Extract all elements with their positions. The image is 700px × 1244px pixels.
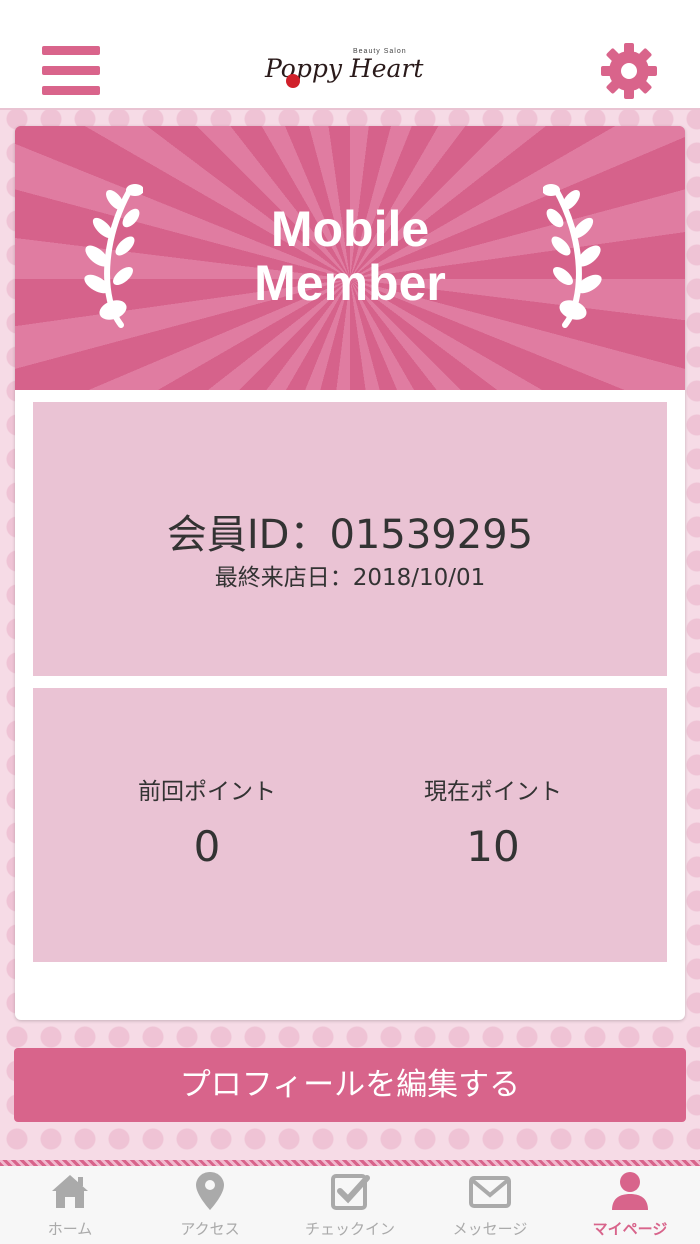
gear-icon bbox=[601, 43, 657, 99]
tab-home[interactable]: ホーム bbox=[0, 1166, 140, 1244]
tab-message[interactable]: メッセージ bbox=[420, 1166, 560, 1244]
user-icon bbox=[612, 1172, 648, 1210]
tab-checkin[interactable]: チェックイン bbox=[280, 1166, 420, 1244]
member-card: Mobile Member 会員ID：01539295 最終来店日：2018/1… bbox=[15, 126, 685, 1020]
laurel-right-icon bbox=[543, 184, 602, 328]
member-banner: Mobile Member bbox=[15, 126, 685, 390]
menu-button[interactable] bbox=[42, 46, 100, 96]
tab-mypage-label: マイページ bbox=[592, 1220, 668, 1238]
home-icon bbox=[52, 1175, 88, 1208]
tab-checkin-label: チェックイン bbox=[304, 1220, 395, 1238]
bottom-tabbar: ホーム アクセス チェックイン メッセージ マイページ bbox=[0, 1166, 700, 1244]
previous-points-value: 0 bbox=[193, 822, 221, 871]
app-logo: Beauty Salon Poppy Heart bbox=[265, 48, 437, 96]
current-points: 現在ポイント 10 bbox=[363, 772, 623, 871]
previous-points: 前回ポイント 0 bbox=[77, 772, 337, 871]
app-header: Beauty Salon Poppy Heart bbox=[0, 0, 700, 110]
previous-points-label: 前回ポイント bbox=[138, 779, 276, 805]
checkbox-icon bbox=[331, 1174, 370, 1210]
menu-icon-bar bbox=[42, 86, 100, 95]
current-points-value: 10 bbox=[466, 822, 520, 871]
menu-icon-bar bbox=[42, 46, 100, 55]
settings-button[interactable] bbox=[600, 42, 658, 100]
map-pin-icon bbox=[196, 1172, 224, 1210]
tab-mypage[interactable]: マイページ bbox=[560, 1166, 700, 1244]
points-panel: 前回ポイント 0 現在ポイント 10 bbox=[33, 688, 667, 962]
tab-access-label: アクセス bbox=[180, 1220, 240, 1238]
member-id-panel: 会員ID：01539295 最終来店日：2018/10/01 bbox=[33, 402, 667, 676]
tab-access[interactable]: アクセス bbox=[140, 1166, 280, 1244]
current-points-label: 現在ポイント bbox=[424, 779, 562, 805]
tab-home-label: ホーム bbox=[47, 1220, 93, 1238]
envelope-icon bbox=[469, 1176, 511, 1208]
member-id: 会員ID：01539295 bbox=[166, 512, 534, 558]
edit-profile-button[interactable]: プロフィールを編集する bbox=[14, 1048, 686, 1122]
poppy-flower-icon bbox=[286, 74, 300, 88]
last-visit-date: 最終来店日：2018/10/01 bbox=[214, 565, 486, 591]
tab-message-label: メッセージ bbox=[452, 1220, 528, 1238]
menu-icon-bar bbox=[42, 66, 100, 75]
